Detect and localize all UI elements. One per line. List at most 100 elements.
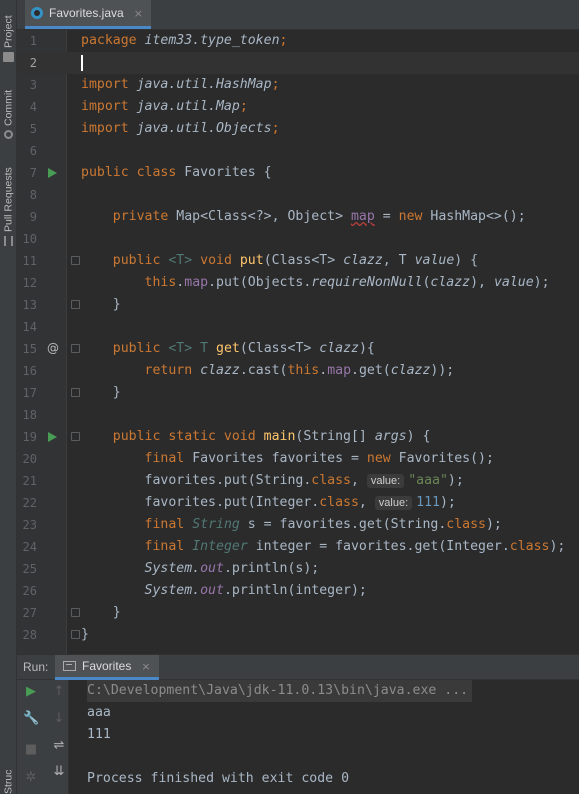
code-line-20[interactable]: 20 final Favorites favorites = new Favor… bbox=[17, 448, 579, 470]
code-line-21[interactable]: 21 favorites.put(String.class, value: "aa… bbox=[17, 470, 579, 492]
code-text: System.out.println(integer); bbox=[144, 583, 367, 598]
code-editor[interactable]: 1 package item33.type_token; 2 3 import … bbox=[17, 30, 579, 654]
code-line-8[interactable]: 8 bbox=[17, 184, 579, 206]
code-text: final Integer integer = favorites.get(In… bbox=[144, 539, 566, 554]
line-number: 2 bbox=[29, 56, 37, 70]
code-line-27[interactable]: 27 } bbox=[17, 602, 579, 624]
code-text: System.out.println(s); bbox=[144, 561, 320, 576]
fold-marker-icon[interactable] bbox=[71, 388, 80, 397]
fold-marker-icon[interactable] bbox=[71, 630, 80, 639]
code-text: import java.util.Objects; bbox=[81, 121, 280, 136]
code-line-3[interactable]: 3 import java.util.HashMap; bbox=[17, 74, 579, 96]
code-line-19[interactable]: 19 public static void main(String[] args… bbox=[17, 426, 579, 448]
pull-requests-tool-tab[interactable]: Pull Requests bbox=[1, 160, 16, 232]
code-line-24[interactable]: 24 final Integer integer = favorites.get… bbox=[17, 536, 579, 558]
fold-marker-icon[interactable] bbox=[71, 256, 80, 265]
code-text: return clazz.cast(this.map.get(clazz)); bbox=[144, 363, 455, 378]
code-line-13[interactable]: 13 } bbox=[17, 294, 579, 316]
code-text: final String s = favorites.get(String.cl… bbox=[144, 517, 502, 532]
parameter-hint: value: bbox=[366, 474, 405, 488]
editor-tab-label: Favorites.java bbox=[49, 6, 124, 20]
java-class-icon bbox=[31, 7, 43, 19]
pull-request-icon bbox=[4, 236, 13, 246]
code-line-23[interactable]: 23 final String s = favorites.get(String… bbox=[17, 514, 579, 536]
line-number: 9 bbox=[29, 210, 37, 224]
code-line-6[interactable]: 6 bbox=[17, 140, 579, 162]
code-line-18[interactable]: 18 bbox=[17, 404, 579, 426]
code-line-9[interactable]: 9 private Map<Class<?>, Object> map = ne… bbox=[17, 206, 579, 228]
scroll-down-icon[interactable]: ↓ bbox=[51, 711, 67, 727]
code-line-16[interactable]: 16 return clazz.cast(this.map.get(clazz)… bbox=[17, 360, 579, 382]
code-line-11[interactable]: 11 public <T> void put(Class<T> clazz, T… bbox=[17, 250, 579, 272]
commit-icon bbox=[4, 130, 13, 139]
line-number: 5 bbox=[29, 122, 37, 136]
run-gutter-icon[interactable] bbox=[48, 432, 57, 442]
debug-icon[interactable]: ✲ bbox=[23, 770, 39, 786]
code-text: } bbox=[112, 297, 121, 312]
code-text: import java.util.HashMap; bbox=[81, 77, 280, 92]
code-line-15[interactable]: 15 @ public <T> T get(Class<T> clazz){ bbox=[17, 338, 579, 360]
line-number: 3 bbox=[29, 78, 37, 92]
code-text: package item33.type_token; bbox=[81, 33, 288, 48]
code-line-12[interactable]: 12 this.map.put(Objects.requireNonNull(c… bbox=[17, 272, 579, 294]
line-number: 26 bbox=[22, 584, 37, 598]
line-number: 13 bbox=[22, 298, 37, 312]
line-number: 7 bbox=[29, 166, 37, 180]
code-text: public class Favorites { bbox=[81, 165, 272, 180]
console-line-exit: Process finished with exit code 0 bbox=[87, 771, 350, 786]
fold-marker-icon[interactable] bbox=[71, 344, 80, 353]
text-caret bbox=[81, 55, 83, 71]
close-icon[interactable]: × bbox=[134, 7, 143, 20]
console-line-output: aaa bbox=[87, 705, 111, 720]
line-number: 12 bbox=[22, 276, 37, 290]
fold-marker-icon[interactable] bbox=[71, 432, 80, 441]
line-number: 22 bbox=[22, 496, 37, 510]
commit-tool-tab[interactable]: Commit bbox=[1, 82, 16, 126]
code-line-1[interactable]: 1 package item33.type_token; bbox=[17, 30, 579, 52]
code-line-22[interactable]: 22 favorites.put(Integer.class, value: 11… bbox=[17, 492, 579, 514]
wrench-icon[interactable]: 🔧 bbox=[23, 711, 39, 727]
run-tab-favorites[interactable]: Favorites × bbox=[55, 655, 159, 680]
folder-icon bbox=[3, 52, 14, 62]
scroll-to-end-icon[interactable]: ⇊ bbox=[51, 764, 67, 780]
structure-tool-tab[interactable]: Structure bbox=[1, 770, 16, 794]
code-text: private Map<Class<?>, Object> map = new … bbox=[112, 209, 526, 224]
line-number: 8 bbox=[29, 188, 37, 202]
project-tool-tab[interactable]: Project bbox=[1, 4, 16, 48]
code-line-5[interactable]: 5 import java.util.Objects; bbox=[17, 118, 579, 140]
code-line-7[interactable]: 7 public class Favorites { bbox=[17, 162, 579, 184]
scroll-up-icon[interactable]: ↑ bbox=[51, 684, 67, 700]
run-gutter-icon[interactable] bbox=[48, 168, 57, 178]
code-line-28[interactable]: 28 } bbox=[17, 624, 579, 646]
pull-requests-tool-label: Pull Requests bbox=[2, 167, 15, 232]
code-line-10[interactable]: 10 bbox=[17, 228, 579, 250]
line-number: 1 bbox=[29, 34, 37, 48]
code-text: public <T> void put(Class<T> clazz, T va… bbox=[112, 253, 479, 268]
line-number: 16 bbox=[22, 364, 37, 378]
commit-tool-label: Commit bbox=[2, 89, 15, 126]
line-number: 28 bbox=[22, 628, 37, 642]
line-number: 4 bbox=[29, 100, 37, 114]
annotation-icon[interactable]: @ bbox=[47, 342, 59, 354]
run-panel-title: Run: bbox=[23, 660, 49, 674]
console-output[interactable]: C:\Development\Java\jdk-11.0.13\bin\java… bbox=[69, 680, 579, 794]
rerun-icon[interactable]: ▶ bbox=[23, 684, 39, 700]
stop-icon[interactable]: ■ bbox=[23, 742, 39, 758]
line-number: 6 bbox=[29, 144, 37, 158]
line-number: 14 bbox=[22, 320, 37, 334]
fold-marker-icon[interactable] bbox=[71, 300, 80, 309]
code-line-17[interactable]: 17 } bbox=[17, 382, 579, 404]
line-number: 20 bbox=[22, 452, 37, 466]
soft-wrap-icon[interactable]: ⇌ bbox=[51, 738, 67, 754]
line-number: 10 bbox=[22, 232, 37, 246]
code-line-26[interactable]: 26 System.out.println(integer); bbox=[17, 580, 579, 602]
code-line-25[interactable]: 25 System.out.println(s); bbox=[17, 558, 579, 580]
fold-marker-icon[interactable] bbox=[71, 608, 80, 617]
code-line-4[interactable]: 4 import java.util.Map; bbox=[17, 96, 579, 118]
code-text: favorites.put(String.class, value: "aaa")… bbox=[144, 473, 464, 488]
run-tab-label: Favorites bbox=[82, 659, 132, 673]
code-line-2[interactable]: 2 bbox=[17, 52, 579, 74]
close-icon[interactable]: × bbox=[141, 660, 150, 673]
code-line-14[interactable]: 14 bbox=[17, 316, 579, 338]
editor-tab-favorites[interactable]: Favorites.java × bbox=[25, 0, 151, 29]
